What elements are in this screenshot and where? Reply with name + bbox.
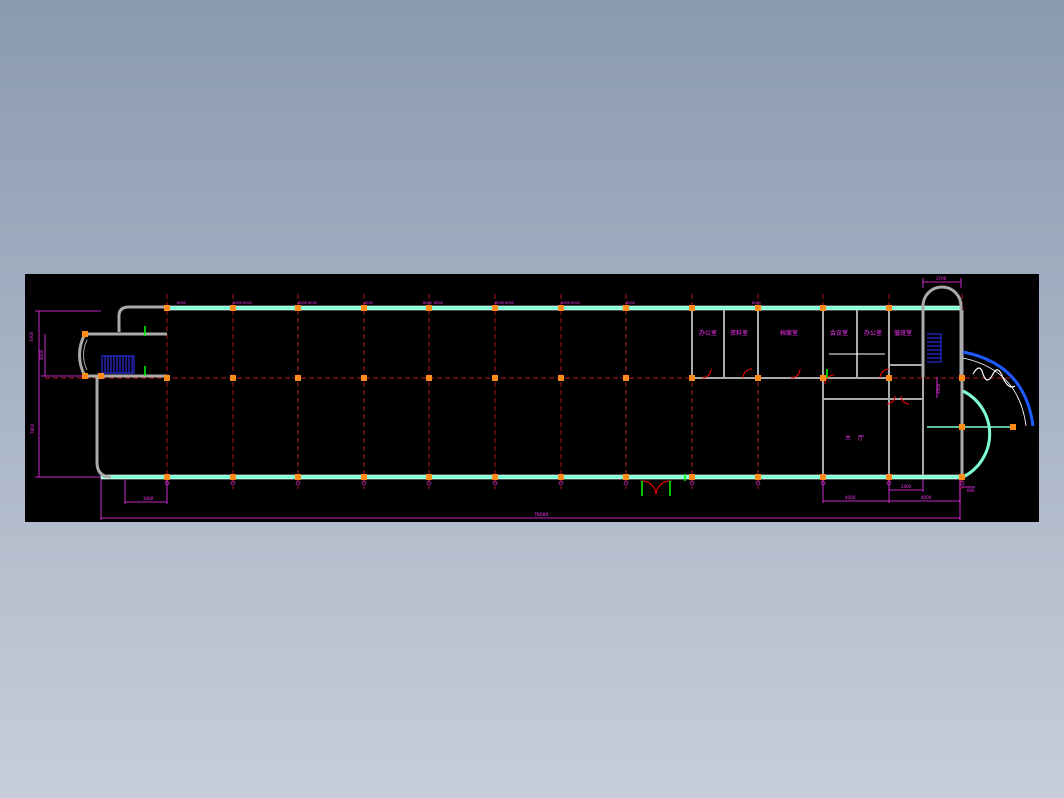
column-4-3 <box>361 474 367 480</box>
top-dim-text-14: 6000 <box>752 301 761 305</box>
column-2-3 <box>230 474 236 480</box>
column-13-3 <box>959 474 965 480</box>
left-dim-2: 7800 <box>30 423 35 434</box>
column-extra-3 <box>98 373 104 379</box>
left-stub-dimension: 3000 <box>143 496 154 501</box>
column-5-3 <box>426 474 432 480</box>
column-3-1 <box>295 305 301 311</box>
column-extra-4 <box>1010 424 1016 430</box>
left-dim-3: 4000 <box>39 349 44 360</box>
column-7-2 <box>558 375 564 381</box>
column-extra-1 <box>82 331 88 337</box>
left-wall-lower <box>95 376 112 479</box>
column-11-2 <box>820 375 826 381</box>
left-stair-inner <box>83 339 88 371</box>
column-8-1 <box>623 305 629 311</box>
right-bay-wall <box>962 389 992 479</box>
room-label-3: 档案室 <box>780 329 798 337</box>
room-label-5: 办公室 <box>864 329 882 337</box>
top-dim-text-6: 6000 <box>364 301 373 305</box>
left-dim-1: 3000 <box>29 331 34 342</box>
left-wall-upper <box>117 305 167 332</box>
column-8-2 <box>623 375 629 381</box>
column-extra-2 <box>82 373 88 379</box>
room-label-4: 会议室 <box>830 329 848 337</box>
top-dim-text-3: 6000 <box>243 301 252 305</box>
column-3-3 <box>295 474 301 480</box>
column-1-1 <box>164 305 170 311</box>
top-dim-text-5: 6000 <box>308 301 317 305</box>
column-13-2 <box>959 375 965 381</box>
interior-partitions <box>691 310 924 475</box>
column-extra-5 <box>959 424 965 430</box>
right-bay-outline <box>962 350 1035 427</box>
column-7-1 <box>558 305 564 311</box>
column-11-3 <box>820 474 826 480</box>
cad-drawing-viewport[interactable]: 6000 6000 6000 6000 6000 6000 6000 6000 6000 6000… <box>25 274 1039 522</box>
column-6-3 <box>492 474 498 480</box>
column-2-1 <box>230 305 236 311</box>
column-5-2 <box>426 375 432 381</box>
column-12-2 <box>886 375 892 381</box>
top-dim-text-8: 6000 <box>434 301 443 305</box>
right-bay-curve <box>972 367 1016 388</box>
column-3-2 <box>295 375 301 381</box>
column-10-1 <box>755 305 761 311</box>
room-label-2: 资料室 <box>730 329 748 337</box>
right-dim-d: 600 <box>967 488 975 493</box>
column-1-2 <box>164 375 170 381</box>
stairs <box>101 333 942 374</box>
hall-text-1: 大 <box>845 434 851 442</box>
doors <box>144 326 910 496</box>
top-wall <box>166 305 963 311</box>
right-stair-tower <box>921 285 963 377</box>
right-dim-c: 2400 <box>901 484 912 489</box>
column-10-2 <box>755 375 761 381</box>
column-6-1 <box>492 305 498 311</box>
column-9-1 <box>689 305 695 311</box>
column-5-1 <box>426 305 432 311</box>
top-dim-text-2: 6000 <box>233 301 242 305</box>
column-6-2 <box>492 375 498 381</box>
top-dim-text-7: 6000 <box>423 301 432 305</box>
left-dimension-texts: 3000 7800 4000 3500 <box>29 331 941 434</box>
left-dim-4: 3500 <box>936 383 941 394</box>
axis-grid-lines <box>45 294 1015 489</box>
top-dim-text-4: 6000 <box>298 301 307 305</box>
room-label-6: 值班室 <box>894 329 912 337</box>
top-dim-text-11: 6000 <box>561 301 570 305</box>
floor-plan: 6000 6000 6000 6000 6000 6000 6000 6000 6000 6000… <box>29 276 1035 520</box>
right-dim-a: 4000 <box>845 495 856 500</box>
axis-markers <box>164 480 965 486</box>
column-8-3 <box>623 474 629 480</box>
column-12-1 <box>886 305 892 311</box>
column-12-3 <box>886 474 892 480</box>
column-2-2 <box>230 375 236 381</box>
overall-dimension: 78000 <box>534 512 548 518</box>
top-dim-text-12: 6000 <box>571 301 580 305</box>
right-dim-b: 4000 <box>921 495 932 500</box>
column-9-3 <box>689 474 695 480</box>
column-10-3 <box>755 474 761 480</box>
column-1-3 <box>164 474 170 480</box>
column-11-1 <box>820 305 826 311</box>
top-dim-text-13: 6000 <box>626 301 635 305</box>
column-7-3 <box>558 474 564 480</box>
right-top-dimension: 3700 <box>936 276 947 281</box>
top-dim-text-1: 6000 <box>177 301 186 305</box>
room-labels: 办公室 资料室 档案室 会议室 办公室 值班室 大 厅 <box>699 329 912 442</box>
column-4-1 <box>361 305 367 311</box>
room-label-1: 办公室 <box>699 329 717 337</box>
column-9-2 <box>689 375 695 381</box>
right-bay-outline-inner <box>962 357 1027 427</box>
bottom-dimension-texts: 78000 3000 4000 4000 2400 600 3700 <box>143 276 975 518</box>
column-4-2 <box>361 375 367 381</box>
hall-text-2: 厅 <box>858 435 864 442</box>
top-dimension-texts: 6000 6000 6000 6000 6000 6000 6000 6000 6000 6000… <box>177 301 761 305</box>
top-dim-text-9: 6000 <box>495 301 504 305</box>
top-dim-text-10: 6000 <box>505 301 514 305</box>
